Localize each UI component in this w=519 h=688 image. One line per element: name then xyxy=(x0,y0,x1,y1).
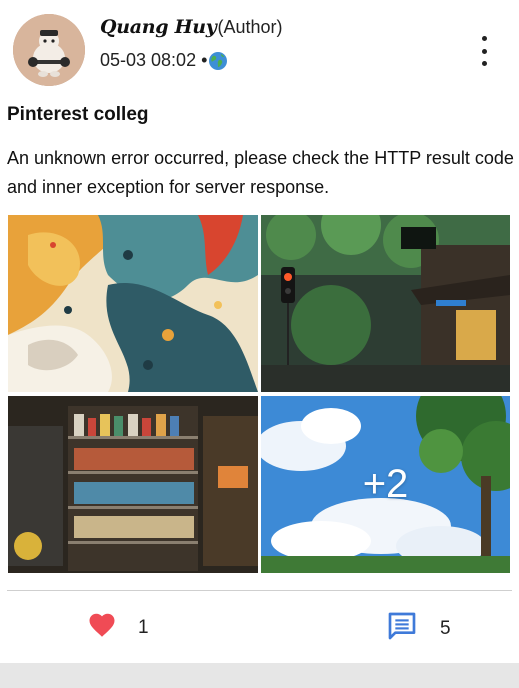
more-images-count[interactable]: +2 xyxy=(261,396,510,573)
post-timestamp: 05-03 08:02 xyxy=(100,50,197,70)
author-row: Quang Huy (Author) xyxy=(100,16,283,38)
gallery-image-sky-trees[interactable]: +2 xyxy=(261,396,510,573)
bottom-bar xyxy=(0,663,519,688)
meta-separator: • xyxy=(201,50,208,70)
comment-button[interactable]: 5 xyxy=(386,610,451,647)
globe-icon xyxy=(208,51,228,71)
post-title: Pinterest colleg xyxy=(7,104,149,125)
post-body: An unknown error occurred, please check … xyxy=(7,148,514,197)
gallery-image-shop-shelves[interactable] xyxy=(8,396,258,573)
post-meta: 05-03 08:02 • xyxy=(100,50,228,71)
actions-divider xyxy=(7,590,512,591)
like-button[interactable]: 1 xyxy=(86,610,149,645)
comment-count: 5 xyxy=(440,617,451,639)
more-dot xyxy=(481,36,487,41)
comment-icon xyxy=(386,610,418,647)
heart-icon xyxy=(86,610,118,645)
gallery-image-abstract-art[interactable] xyxy=(8,215,258,392)
gallery-image-railway-scene[interactable] xyxy=(261,215,510,392)
more-options-button[interactable] xyxy=(470,36,498,66)
post-header: Quang Huy (Author) 05-03 08:02 • xyxy=(0,0,519,96)
author-name[interactable]: Quang Huy xyxy=(100,16,217,38)
like-count: 1 xyxy=(138,616,149,638)
image-gallery: +2 xyxy=(8,215,510,573)
post-actions: 1 5 xyxy=(0,596,519,660)
more-dot xyxy=(481,61,487,66)
more-dot xyxy=(481,48,487,54)
author-tag: (Author) xyxy=(217,17,283,37)
author-avatar[interactable] xyxy=(13,14,85,86)
